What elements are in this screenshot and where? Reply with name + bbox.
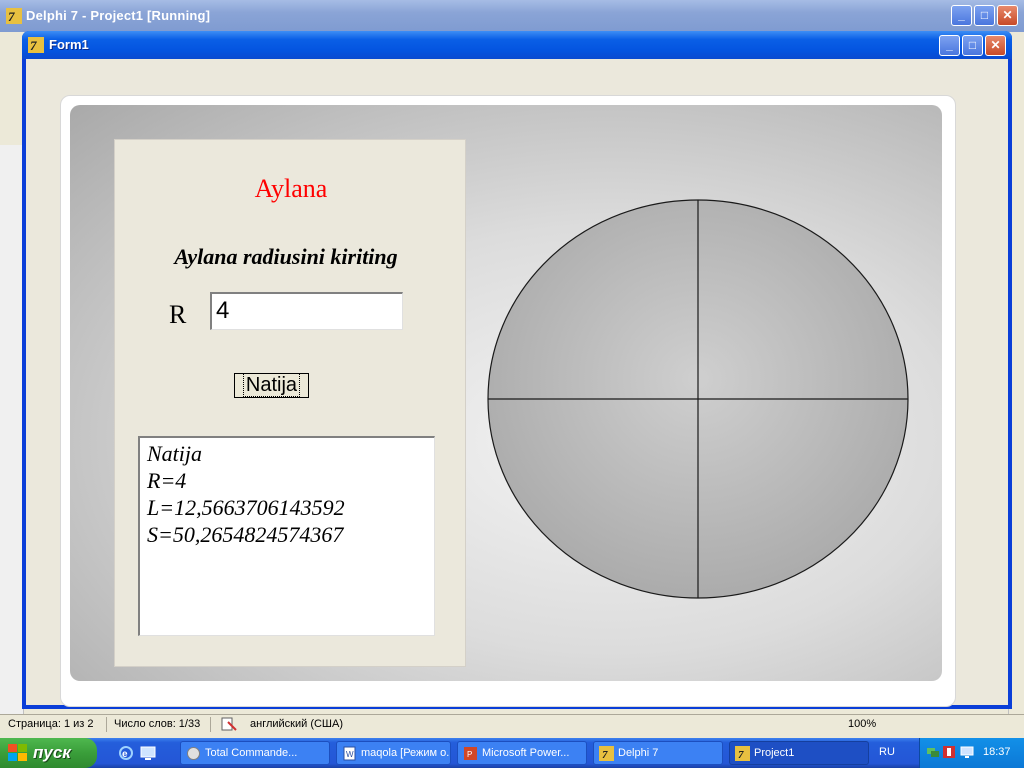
svg-text:W: W <box>346 750 354 759</box>
form-close-button[interactable]: ✕ <box>985 35 1006 56</box>
result-line: S=50,2654824574367 <box>147 522 344 547</box>
task-label: Total Commande... <box>205 747 298 759</box>
natija-button-label: Natija <box>242 373 301 397</box>
svg-text:7: 7 <box>602 749 608 761</box>
svg-text:P: P <box>467 750 472 759</box>
radius-label: R <box>169 300 187 329</box>
task-label: Microsoft Power... <box>482 747 570 759</box>
delphi-icon: 7 <box>599 746 614 761</box>
task-maqola[interactable]: W maqola [Режим о... <box>336 741 451 765</box>
status-separator <box>210 717 211 732</box>
result-line: Natija <box>147 441 203 466</box>
heading-label: Aylana <box>254 174 328 203</box>
ide-maximize-button[interactable]: □ <box>974 5 995 26</box>
status-separator <box>106 717 107 732</box>
form1-title: Form1 <box>49 37 89 52</box>
start-label: пуск <box>33 743 71 762</box>
form1-title-bar[interactable]: 7 Form1 _ □ ✕ <box>22 31 1012 59</box>
security-icon[interactable] <box>942 745 956 759</box>
task-total-commander[interactable]: Total Commande... <box>180 741 330 765</box>
status-language: английский (США) <box>250 718 344 730</box>
gradient-panel: Aylana Aylana radiusini kiriting R 4 Nat… <box>70 105 942 681</box>
language-indicator[interactable]: RU <box>879 746 895 758</box>
result-line: R=4 <box>147 468 187 493</box>
monitor-icon[interactable] <box>960 745 974 759</box>
task-delphi[interactable]: 7 Delphi 7 <box>593 741 723 765</box>
result-memo[interactable]: Natija R=4 L=12,5663706143592 S=50,26548… <box>138 436 435 636</box>
clock: 18:37 <box>983 746 1011 758</box>
show-desktop-icon[interactable] <box>140 745 156 761</box>
result-line: L=12,5663706143592 <box>147 495 345 520</box>
form-minimize-button[interactable]: _ <box>939 35 960 56</box>
status-page: Страница: 1 из 2 <box>8 718 94 730</box>
radius-input[interactable]: 4 <box>210 292 403 330</box>
natija-button[interactable]: Natija <box>234 373 309 398</box>
task-label: maqola [Режим о... <box>361 747 451 759</box>
ide-minimize-button[interactable]: _ <box>951 5 972 26</box>
status-words: Число слов: 1/33 <box>114 718 201 730</box>
svg-text:7: 7 <box>8 9 15 24</box>
word-document-icon: W <box>343 746 356 761</box>
vertical-ruler <box>0 145 24 715</box>
internet-explorer-icon[interactable]: e <box>118 745 134 761</box>
svg-text:7: 7 <box>30 38 37 53</box>
ide-title-bar[interactable]: 7 Delphi 7 - Project1 [Running] _ □ ✕ <box>0 0 1024 32</box>
task-label: Delphi 7 <box>618 747 659 759</box>
network-icon[interactable] <box>926 745 940 759</box>
delphi-icon: 7 <box>735 746 750 761</box>
form-maximize-button[interactable]: □ <box>962 35 983 56</box>
total-commander-icon <box>187 747 200 760</box>
start-button[interactable]: пуск <box>0 738 97 768</box>
spellcheck-icon[interactable] <box>220 716 238 732</box>
status-bar: Страница: 1 из 2 Число слов: 1/33 англий… <box>0 714 1024 734</box>
delphi-icon: 7 <box>6 8 22 24</box>
ide-close-button[interactable]: ✕ <box>997 5 1018 26</box>
powerpoint-icon: P <box>464 747 477 760</box>
delphi-icon: 7 <box>28 37 44 53</box>
ide-toolbar-strip <box>0 32 24 145</box>
form1-window: 7 Form1 _ □ ✕ Aylana Aylana radiusini ki… <box>22 31 1012 709</box>
ide-title: Delphi 7 - Project1 [Running] <box>26 8 211 23</box>
circle-drawing <box>487 199 909 599</box>
form1-client-area: Aylana Aylana radiusini kiriting R 4 Nat… <box>26 59 1008 707</box>
task-powerpoint[interactable]: P Microsoft Power... <box>457 741 587 765</box>
windows-flag-icon <box>8 744 27 761</box>
taskbar: пуск e Total Commande... W maqola [Режим… <box>0 738 1024 768</box>
task-project1[interactable]: 7 Project1 <box>729 741 869 765</box>
input-panel: Aylana Aylana radiusini kiriting R 4 Nat… <box>114 139 466 667</box>
svg-text:7: 7 <box>738 749 744 761</box>
prompt-label: Aylana radiusini kiriting <box>174 244 398 269</box>
svg-text:e: e <box>122 749 128 760</box>
task-label: Project1 <box>754 747 795 759</box>
zoom-level: 100% <box>848 718 877 730</box>
